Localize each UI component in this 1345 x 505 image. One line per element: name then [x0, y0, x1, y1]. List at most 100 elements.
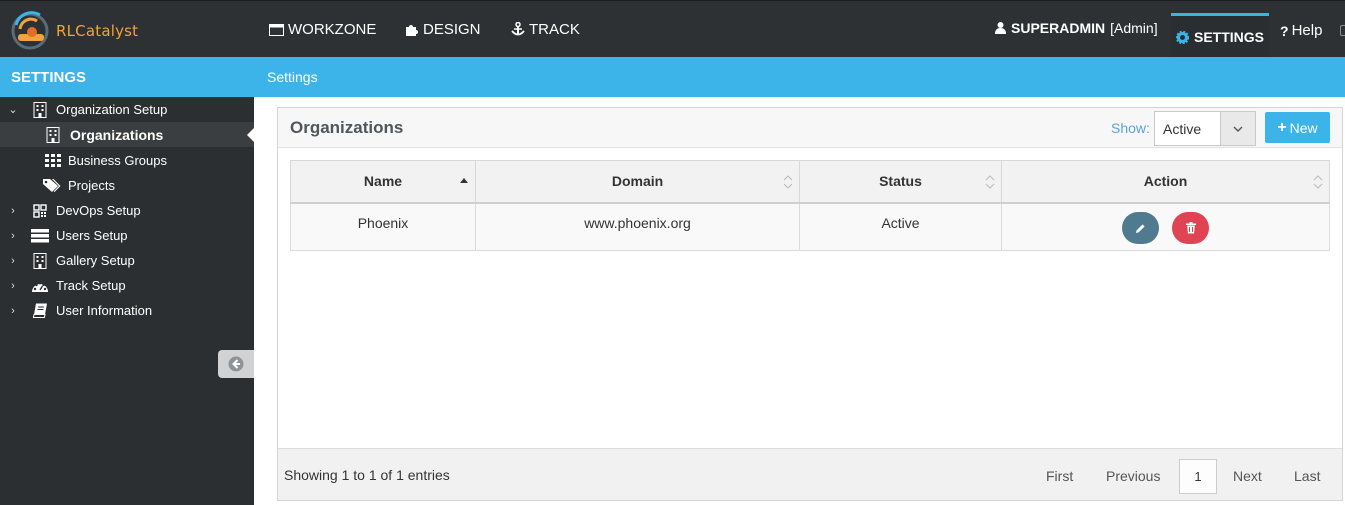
nav-design[interactable]: DESIGN [405, 21, 481, 38]
nav-help-label: Help [1291, 22, 1323, 39]
chevron-down-icon[interactable]: ⌄ [8, 103, 18, 116]
sidebar-item-users-setup[interactable]: › Users Setup [0, 223, 254, 248]
qrcode-icon [31, 202, 49, 220]
nav-workzone-label: WORKZONE [288, 21, 377, 38]
sidebar-item-label: Projects [68, 178, 115, 193]
column-header-label: Status [879, 173, 922, 190]
anchor-icon [511, 22, 525, 36]
grid-icon [44, 152, 62, 170]
user-role: [Admin] [1110, 20, 1158, 36]
building-icon [31, 101, 49, 119]
sidebar-item-label: DevOps Setup [56, 203, 141, 218]
logout-icon[interactable] [1340, 25, 1345, 36]
logo-icon [11, 11, 49, 50]
rlcatalyst-logo[interactable]: RLCatalyst [10, 9, 138, 51]
server-icon [31, 227, 49, 245]
column-header-action[interactable]: Action [1001, 160, 1330, 204]
entries-info: Showing 1 to 1 of 1 entries [284, 467, 450, 483]
organizations-table: Name Domain Status Action Phoenix www.ph… [290, 160, 1330, 251]
sort-icon [783, 175, 793, 189]
plus-icon: + [1277, 118, 1287, 136]
chevron-right-icon[interactable]: › [8, 230, 18, 242]
sidebar-item-organization-setup[interactable]: ⌄ Organization Setup [0, 97, 254, 122]
table-footer: Showing 1 to 1 of 1 entries First Previo… [278, 448, 1342, 500]
nav-track[interactable]: TRACK [511, 21, 580, 38]
sidebar-item-gallery-setup[interactable]: › Gallery Setup [0, 248, 254, 273]
dashboard-icon [31, 277, 49, 295]
user-icon [995, 22, 1006, 34]
sidebar-item-organizations[interactable]: Organizations [0, 122, 254, 147]
sidebar-item-devops-setup[interactable]: › DevOps Setup [0, 198, 254, 223]
sort-ascending-icon [460, 178, 468, 183]
cell-actions [1001, 202, 1330, 251]
pagination-previous[interactable]: Previous [1106, 468, 1160, 484]
user-menu[interactable]: SUPERADMIN [Admin] [995, 20, 1158, 36]
pagination-page-1[interactable]: 1 [1179, 459, 1217, 494]
sidebar-title: SETTINGS [0, 57, 254, 97]
chevron-right-icon[interactable]: › [8, 305, 18, 317]
logo-text: RLCatalyst [56, 22, 139, 40]
pagination-last[interactable]: Last [1294, 468, 1320, 484]
chevron-right-icon[interactable]: › [8, 255, 18, 267]
panel-header: Organizations Show: Active + New [278, 108, 1342, 148]
sidebar-item-label: Gallery Setup [56, 253, 135, 268]
sidebar-item-label: Users Setup [56, 228, 128, 243]
new-organization-button[interactable]: + New [1265, 112, 1330, 143]
sidebar-item-label: Organization Setup [56, 102, 168, 117]
status-filter-select[interactable]: Active [1154, 111, 1256, 146]
cell-name: Phoenix [290, 202, 476, 251]
book-icon [31, 302, 49, 320]
page-title: Organizations [290, 118, 404, 137]
column-header-name[interactable]: Name [290, 160, 476, 204]
sidebar-item-label: User Information [56, 303, 153, 318]
sidebar-item-projects[interactable]: Projects [0, 173, 254, 198]
gear-icon [1175, 30, 1189, 44]
pagination-first[interactable]: First [1046, 468, 1073, 484]
sidebar-item-business-groups[interactable]: Business Groups [0, 148, 254, 173]
chevron-down-icon[interactable] [1220, 112, 1255, 145]
nav-workzone[interactable]: WORKZONE [269, 21, 376, 38]
column-header-label: Domain [611, 173, 664, 190]
breadcrumb: Settings [254, 57, 1345, 97]
cell-status: Active [799, 202, 1002, 251]
question-icon: ? [1280, 22, 1289, 39]
collapse-sidebar-button[interactable] [218, 350, 254, 378]
column-header-status[interactable]: Status [799, 160, 1002, 204]
table-row: Phoenix www.phoenix.org Active [290, 202, 1330, 251]
sidebar-item-label: Track Setup [56, 278, 126, 293]
tags-icon [43, 177, 61, 195]
chevron-right-icon[interactable]: › [8, 205, 18, 217]
chevron-right-icon[interactable]: › [8, 280, 18, 292]
organizations-panel: Organizations Show: Active + New Name Do… [277, 107, 1343, 501]
window-icon [269, 23, 284, 36]
sidebar-item-track-setup[interactable]: › Track Setup [0, 273, 254, 298]
nav-design-label: DESIGN [423, 21, 481, 38]
top-navbar: RLCatalyst WORKZONE DESIGN TRACK SUPERAD… [0, 0, 1345, 58]
sidebar-item-user-information[interactable]: › User Information [0, 298, 254, 323]
nav-settings-label: SETTINGS [1193, 29, 1264, 45]
nav-settings[interactable]: SETTINGS [1171, 13, 1269, 58]
delete-button[interactable] [1172, 211, 1210, 244]
sidebar: SETTINGS ⌄ Organization Setup Organizati… [0, 57, 254, 505]
building-icon [44, 126, 62, 144]
pagination-next[interactable]: Next [1233, 468, 1262, 484]
sort-icon [1313, 175, 1323, 189]
arrow-circle-left-icon [228, 356, 244, 372]
active-indicator [247, 128, 254, 142]
new-button-label: New [1289, 119, 1318, 136]
cell-domain: www.phoenix.org [475, 202, 800, 251]
sort-icon [985, 175, 995, 189]
user-name: SUPERADMIN [1011, 20, 1106, 36]
column-header-label: Name [363, 173, 403, 190]
pencil-icon [1135, 223, 1145, 233]
nav-track-label: TRACK [529, 21, 580, 38]
column-header-domain[interactable]: Domain [475, 160, 800, 204]
edit-button[interactable] [1121, 212, 1159, 244]
column-header-label: Action [1143, 173, 1188, 190]
nav-help[interactable]: ? Help [1280, 22, 1322, 39]
puzzle-icon [406, 25, 418, 36]
building-icon [31, 252, 49, 270]
trash-icon [1185, 221, 1196, 233]
show-filter-label: Show: [1111, 120, 1150, 136]
status-filter-value: Active [1163, 121, 1202, 137]
